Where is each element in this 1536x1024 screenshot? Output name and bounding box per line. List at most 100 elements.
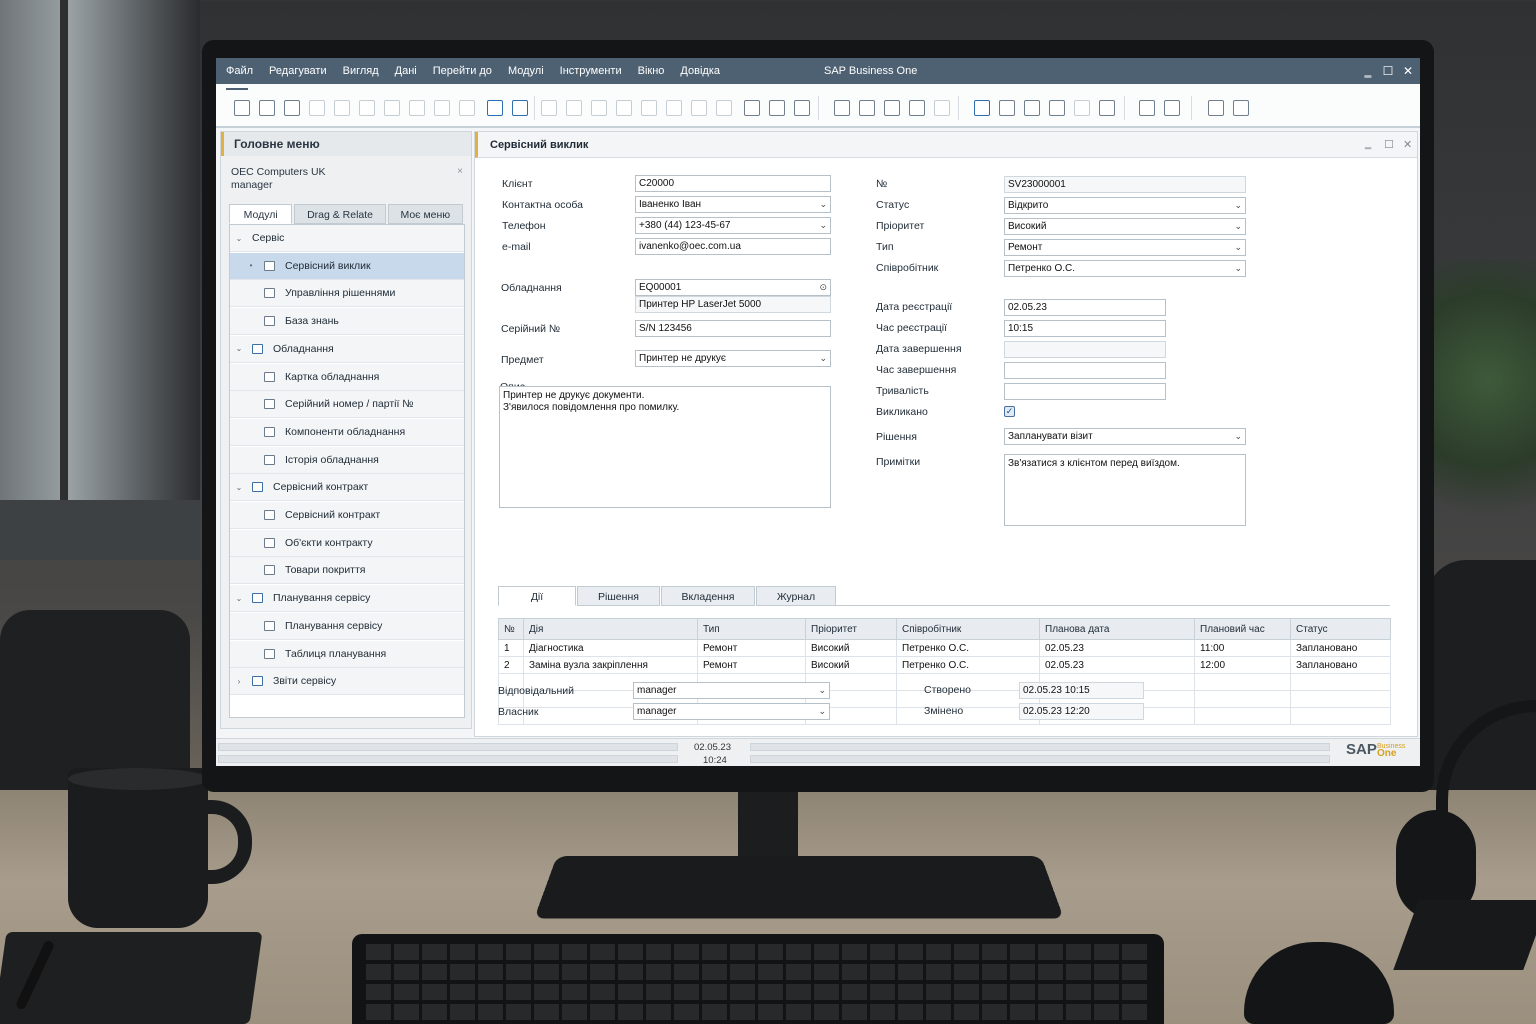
called-checkbox[interactable]: ✓ [1004, 406, 1015, 417]
tab-journal[interactable]: Журнал [756, 586, 836, 606]
mail-icon[interactable] [384, 100, 400, 116]
tree-group[interactable]: ⌄ Планування сервісу [230, 585, 464, 613]
last-record-icon[interactable] [616, 100, 632, 116]
table-cell[interactable]: Петренко О.С. [896, 639, 1040, 657]
add-record-icon[interactable] [512, 100, 528, 116]
chevron-down-icon[interactable]: ⌄ [234, 483, 244, 492]
table-row[interactable]: 1 Діагностика Ремонт Високий Петренко О.… [498, 639, 1391, 657]
menu-file[interactable]: Файл [216, 58, 261, 84]
table-cell[interactable]: 12:00 [1194, 656, 1291, 674]
menu-goto[interactable]: Перейти до [425, 58, 500, 84]
check-icon[interactable] [1074, 100, 1090, 116]
calendar-icon[interactable] [884, 100, 900, 116]
sort-icon[interactable] [691, 100, 707, 116]
tree-group[interactable]: › Звіти сервісу [230, 668, 464, 696]
help-icon[interactable] [1208, 100, 1224, 116]
table-cell[interactable]: Петренко О.С. [896, 656, 1040, 674]
client-field[interactable]: C20000 [635, 175, 831, 192]
gross-profit-icon[interactable] [934, 100, 950, 116]
table-cell[interactable]: Ремонт [697, 639, 806, 657]
minimize-icon[interactable]: ‗ [1358, 58, 1378, 84]
column-header[interactable]: Пріоритет [805, 618, 897, 640]
menu-view[interactable]: Вигляд [335, 58, 387, 84]
report-icon[interactable] [834, 100, 850, 116]
tree-group[interactable]: ⌄ Сервіс [230, 225, 464, 252]
payment-icon[interactable] [859, 100, 875, 116]
table-cell[interactable]: Ремонт [697, 656, 806, 674]
tab-solutions[interactable]: Рішення [577, 586, 660, 606]
query-icon[interactable] [974, 100, 990, 116]
reg-time-field[interactable]: 10:15 [1004, 320, 1166, 337]
tree-item[interactable]: Управління рішеннями [230, 280, 464, 308]
base-document-icon[interactable] [744, 100, 760, 116]
menu-edit[interactable]: Редагувати [261, 58, 335, 84]
status-select[interactable]: Відкрито ⌄ [1004, 197, 1246, 214]
close-icon[interactable]: ✕ [1398, 58, 1418, 84]
tree-item[interactable]: Компоненти обладнання [230, 418, 464, 446]
messages-icon[interactable] [1139, 100, 1155, 116]
contact-field[interactable]: Іваненко Іван ⌄ [635, 196, 831, 213]
column-header[interactable]: Плановий час [1194, 618, 1291, 640]
tab-my-menu[interactable]: Моє меню [387, 204, 463, 224]
column-header[interactable]: Статус [1290, 618, 1391, 640]
owner-select[interactable]: manager ⌄ [633, 703, 830, 720]
priority-select[interactable]: Високий ⌄ [1004, 218, 1246, 235]
tree-item[interactable]: Товари покриття [230, 557, 464, 585]
word-icon[interactable] [459, 100, 475, 116]
table-cell[interactable]: 02.05.23 [1039, 639, 1195, 657]
menu-help[interactable]: Довідка [672, 58, 728, 84]
responsible-select[interactable]: manager ⌄ [633, 682, 830, 699]
settings-icon[interactable] [999, 100, 1015, 116]
table-cell[interactable]: 11:00 [1194, 639, 1291, 657]
description-textarea[interactable]: Принтер не друкує документи. З'явилося п… [499, 386, 831, 508]
tree-item[interactable]: Серійний номер / партії № [230, 391, 464, 419]
target-document-icon[interactable] [769, 100, 785, 116]
export-icon[interactable] [359, 100, 375, 116]
table-cell[interactable]: Заплановано [1290, 639, 1391, 657]
tree-item[interactable]: • Сервісний виклик [230, 252, 464, 280]
form-settings-icon[interactable] [1024, 100, 1040, 116]
employee-select[interactable]: Петренко О.С. ⌄ [1004, 260, 1246, 277]
menu-data[interactable]: Дані [387, 58, 425, 84]
table-cell[interactable]: Діагностика [523, 639, 698, 657]
table-cell[interactable]: Заплановано [1290, 656, 1391, 674]
first-record-icon[interactable] [541, 100, 557, 116]
tree-group[interactable]: ⌄ Обладнання [230, 335, 464, 363]
table-cell[interactable]: 02.05.23 [1039, 656, 1195, 674]
serial-field[interactable]: S/N 123456 [635, 320, 831, 337]
tab-drag-relate[interactable]: Drag & Relate [294, 204, 386, 224]
find-icon[interactable] [487, 100, 503, 116]
chevron-right-icon[interactable]: › [234, 677, 244, 686]
column-header[interactable]: Планова дата [1039, 618, 1195, 640]
duration-field[interactable] [1004, 383, 1166, 400]
support-icon[interactable] [1233, 100, 1249, 116]
phone-field[interactable]: +380 (44) 123-45-67 ⌄ [635, 217, 831, 234]
preview-icon[interactable] [334, 100, 350, 116]
table-cell[interactable]: Високий [805, 639, 897, 657]
tab-attachments[interactable]: Вкладення [661, 586, 755, 606]
column-header[interactable]: № [498, 618, 524, 640]
menu-modules[interactable]: Модулі [500, 58, 552, 84]
end-date-field[interactable] [1004, 341, 1166, 358]
link-arrow-icon[interactable]: ⊙ [819, 280, 827, 295]
tab-actions[interactable]: Дії [498, 586, 576, 606]
table-row[interactable]: 2 Заміна вузла закріплення Ремонт Високи… [498, 656, 1391, 674]
chevron-down-icon[interactable]: ⌄ [234, 594, 244, 603]
menu-window[interactable]: Вікно [630, 58, 673, 84]
previous-record-icon[interactable] [566, 100, 582, 116]
end-time-field[interactable] [1004, 362, 1166, 379]
alert-icon[interactable] [1099, 100, 1115, 116]
fax-icon[interactable] [409, 100, 425, 116]
refresh-icon[interactable] [716, 100, 732, 116]
calculator-icon[interactable] [1164, 100, 1180, 116]
next-record-icon[interactable] [591, 100, 607, 116]
tree-item[interactable]: База знань [230, 308, 464, 336]
column-header[interactable]: Дія [523, 618, 698, 640]
print-icon[interactable] [309, 100, 325, 116]
tree-item[interactable]: Об'єкти контракту [230, 529, 464, 557]
end-record-icon[interactable] [641, 100, 657, 116]
sms-icon[interactable] [434, 100, 450, 116]
add-icon[interactable] [259, 100, 275, 116]
form-minimize-icon[interactable]: ‗ [1365, 138, 1371, 150]
lock-icon[interactable] [1049, 100, 1065, 116]
